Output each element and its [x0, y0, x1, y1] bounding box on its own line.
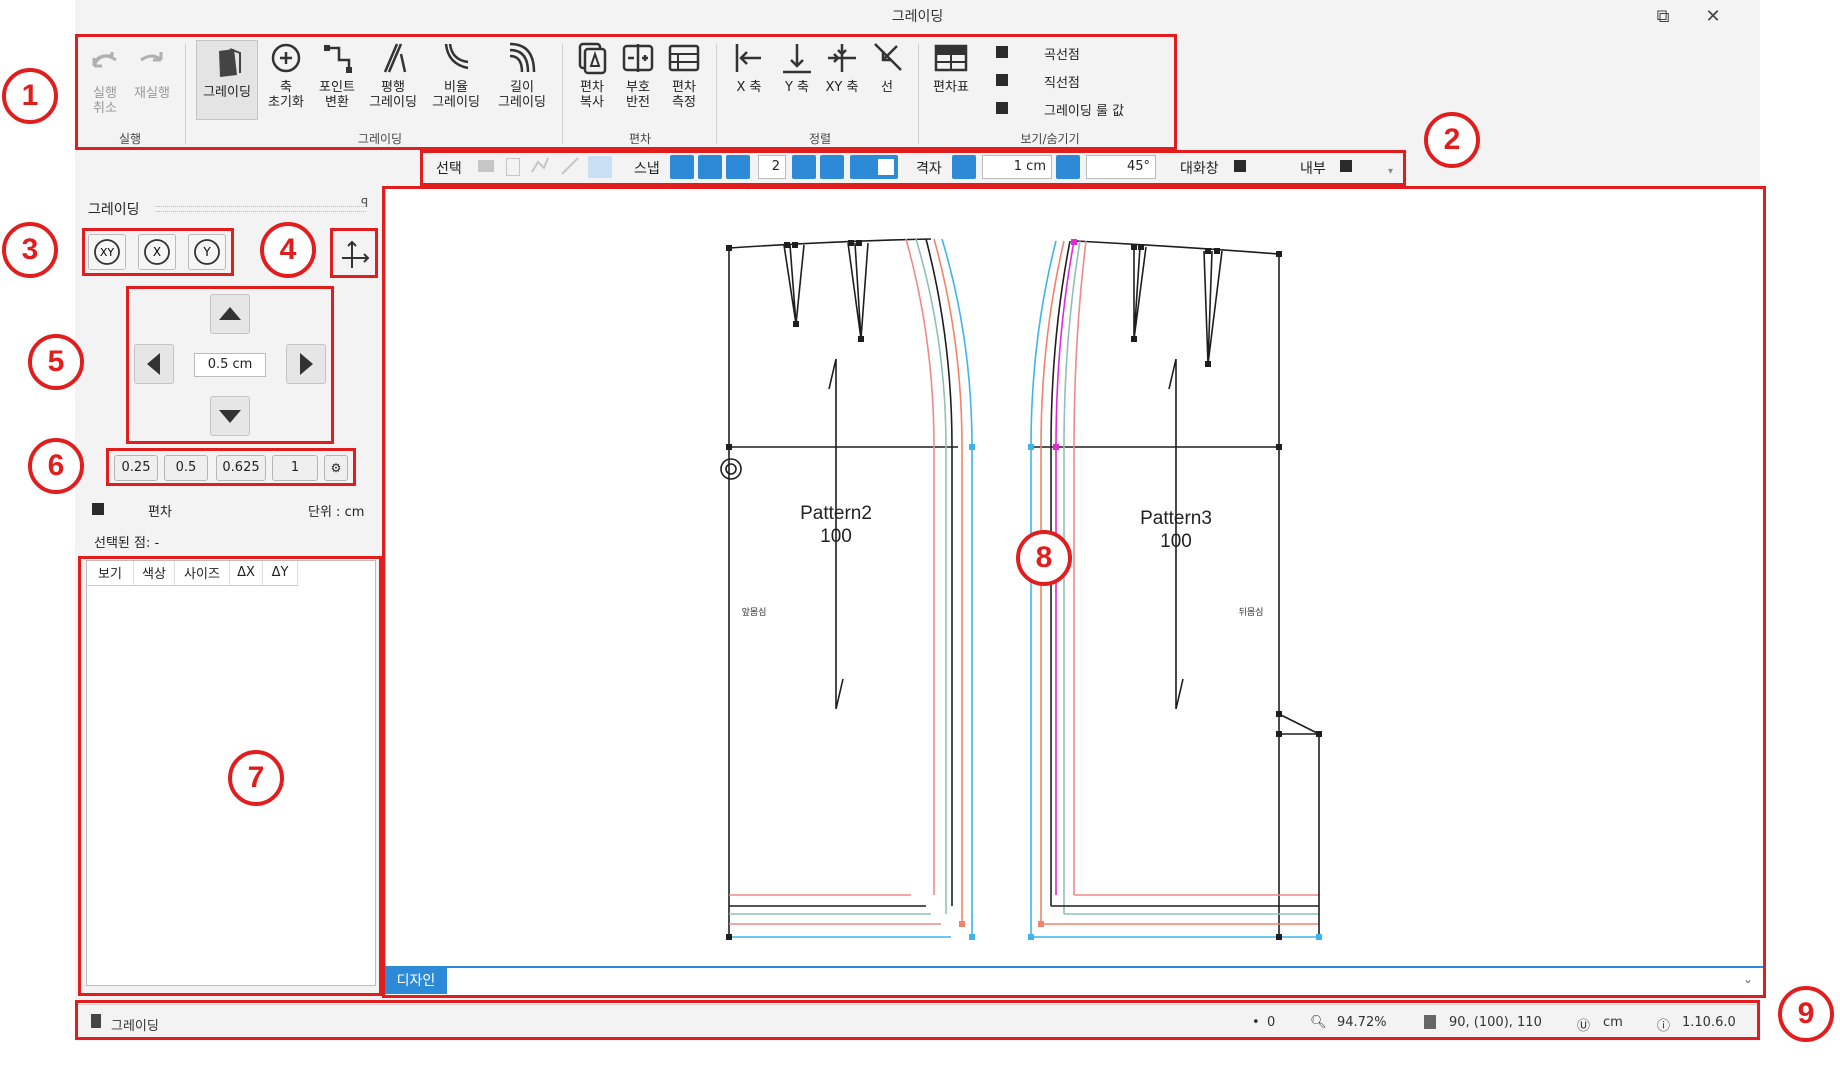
- title-bar: 그레이딩: [75, 0, 1760, 34]
- callout-number: 5: [28, 334, 84, 390]
- close-button[interactable]: ✕: [1702, 6, 1724, 28]
- panel-title: 그레이딩: [88, 202, 140, 218]
- deviation-label: 편차: [148, 505, 172, 520]
- restore-button[interactable]: ⧉: [1652, 6, 1674, 28]
- callout-number: 6: [28, 438, 84, 494]
- callout-number: 9: [1778, 986, 1834, 1042]
- pin-icon[interactable]: ꟼ: [361, 196, 368, 210]
- deviation-checkbox[interactable]: [92, 503, 104, 515]
- callout-number: 8: [1016, 530, 1072, 586]
- callout-number: 1: [2, 68, 58, 124]
- callout-number: 7: [228, 750, 284, 806]
- callout-number: 2: [1424, 112, 1480, 168]
- callout-box-axis: [330, 228, 378, 278]
- unit-label: 단위 : cm: [308, 505, 365, 520]
- callout-box-ribbon: [75, 34, 1177, 150]
- callout-box-canvas: [382, 186, 1766, 998]
- callout-box-presets: [106, 448, 356, 486]
- callout-box-reset: [82, 228, 234, 276]
- callout-box-toolbar: [420, 150, 1406, 186]
- callout-number: 4: [260, 222, 316, 278]
- selected-point-label: 선택된 점: -: [94, 536, 160, 551]
- window-title: 그레이딩: [891, 9, 944, 25]
- callout-box-arrowpad: [126, 286, 334, 444]
- callout-box-status: [75, 1000, 1760, 1040]
- callout-number: 3: [2, 222, 58, 278]
